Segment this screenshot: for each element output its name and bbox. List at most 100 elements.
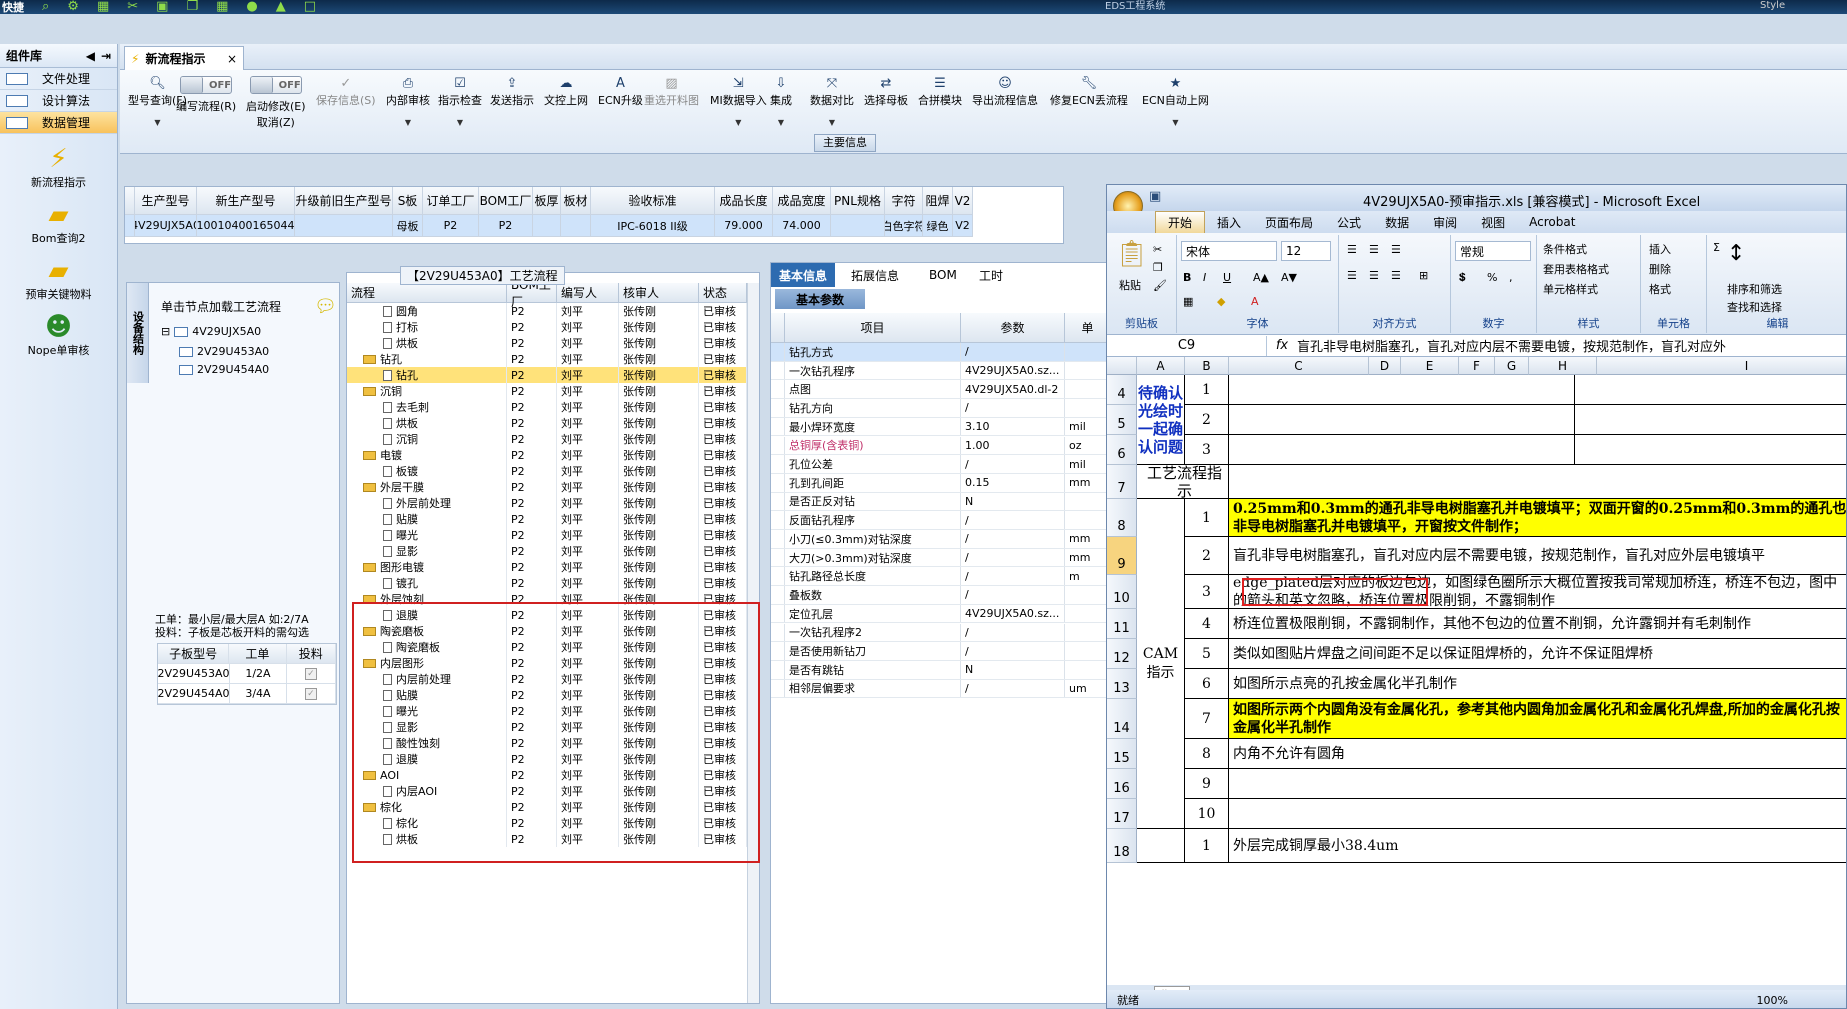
table-row[interactable]: 小刀(≤0.3mm)对钻深度 / mm (771, 530, 1109, 549)
merge-icon[interactable]: ⊞ (1419, 269, 1428, 282)
cell-order[interactable]: 3/4A (230, 684, 287, 703)
grow-font-button[interactable]: A▲ (1253, 271, 1269, 284)
feed-checkbox[interactable]: ✓ (304, 687, 317, 700)
table-row[interactable]: 一次钻孔程序2/ (771, 623, 1109, 643)
cell-order[interactable]: 1/2A (230, 664, 287, 683)
merge-module-button[interactable]: ☰ 合拼模块 (918, 76, 962, 108)
currency-icon[interactable]: 💲︎ (1459, 271, 1466, 285)
row-header[interactable]: 7 (1107, 465, 1137, 499)
chart-icon[interactable]: ▲ (276, 0, 286, 14)
param-value[interactable]: 4V29UJX5A0.dl-2 (961, 380, 1065, 399)
table-row[interactable]: 定位孔层 4V29UJX5A0.sz... (771, 604, 1109, 624)
grid-cell[interactable] (831, 215, 885, 237)
table-row[interactable]: 总铜厚(含表铜) 1.00 oz (771, 436, 1109, 456)
param-value[interactable]: N (961, 660, 1065, 679)
scissors-icon[interactable]: ✂ (127, 0, 138, 14)
ribbon-tab[interactable]: Acrobat (1517, 215, 1587, 229)
worksheet[interactable]: A B C D E F G H I 4 5 6 7 8 9 10 11 12 13 14 15 16 17 18 待确认光绘时一… (1107, 357, 1846, 985)
cell-c[interactable]: 外层完成铜厚最小38.4um (1229, 829, 1846, 863)
cell-b[interactable]: 1 (1185, 375, 1229, 405)
fx-icon[interactable]: fx (1267, 338, 1297, 353)
search-icon[interactable]: ⌕ (42, 0, 49, 14)
copy-icon[interactable]: ❐ (1153, 261, 1163, 274)
grid-cell[interactable] (295, 215, 393, 237)
grid-cell[interactable]: 79.000 (715, 215, 773, 237)
feed-checkbox[interactable]: ✓ (304, 667, 317, 680)
font-size-select[interactable]: 12 (1281, 241, 1331, 261)
chevron-down-icon[interactable]: ▼ (457, 118, 463, 127)
table-row[interactable]: 2V29U453A0 1/2A ✓ (157, 664, 336, 684)
gear-icon[interactable]: ⚙ (67, 0, 79, 14)
table-row[interactable]: 2V29U454A0 3/4A ✓ (157, 684, 336, 704)
write-flow-toggle[interactable]: OFF 编写流程(R) (176, 76, 236, 114)
table-format-button[interactable]: 套用表格格式 (1543, 261, 1609, 277)
column-header[interactable]: A (1137, 357, 1185, 375)
align-bottom-icon[interactable]: ☰ (1391, 243, 1401, 256)
toggle-switch[interactable]: OFF (249, 76, 302, 94)
table-row[interactable]: 孔到孔间距 0.15 mm (771, 473, 1109, 493)
param-value[interactable]: 4V29UJX5A0.sz... (961, 604, 1065, 623)
table-row[interactable]: 相邻层偏要求 / um (771, 679, 1109, 699)
copy-icon[interactable]: ❐ (186, 0, 198, 14)
param-value[interactable]: 3.10 (961, 417, 1065, 436)
mi-data-import-button[interactable]: ⇲ MI数据导入 ▼ (710, 76, 767, 127)
grid-cell[interactable]: IPC-6018 II级 (591, 215, 715, 237)
export-icon[interactable]: □ (304, 0, 316, 14)
table-row[interactable]: 沉铜 P2 刘平 张传刚 已审核 (347, 431, 747, 447)
table-row[interactable]: 钻孔 P2 刘平 张传刚 已审核 (347, 367, 747, 383)
param-value[interactable]: N (961, 492, 1065, 511)
param-value[interactable]: / (961, 455, 1065, 473)
row-header[interactable]: 6 (1107, 435, 1137, 465)
cell-c[interactable] (1229, 435, 1575, 465)
paste-icon[interactable]: 📋︎ (1115, 239, 1148, 269)
table-row[interactable]: 烘板 P2 刘平 张传刚 已审核 (347, 415, 747, 431)
cell-h[interactable] (1575, 375, 1846, 405)
table-row[interactable]: 曝光 P2 刘平 张传刚 已审核 (347, 527, 747, 543)
integrate-button[interactable]: ⇩ 集成 ▼ (770, 76, 792, 127)
data-compare-button[interactable]: ⤧ 数据对比 ▼ (810, 76, 854, 127)
grid-cell[interactable]: 绿色 (923, 215, 953, 237)
format-painter-icon[interactable]: 🖌︎ (1153, 279, 1167, 292)
grid-cell[interactable]: 10010400165044 (197, 215, 295, 237)
row-header[interactable]: 15 (1107, 739, 1137, 769)
row-header[interactable]: 13 (1107, 669, 1137, 699)
cell-c[interactable]: 盲孔非导电树脂塞孔，盲孔对应内层不需要电镀，按规范制作，盲孔对应外层电镀填平 (1229, 537, 1846, 575)
table-row[interactable]: 外层前处理 P2 刘平 张传刚 已审核 (347, 495, 747, 511)
bold-button[interactable]: B (1183, 271, 1191, 284)
row-header[interactable]: 11 (1107, 609, 1137, 639)
cell-b[interactable]: 1 (1185, 829, 1229, 863)
tab-work-hours[interactable]: 工时 (971, 263, 1011, 287)
align-left-icon[interactable]: ☰ (1347, 269, 1357, 282)
save-icon[interactable]: ▣ (156, 0, 168, 14)
align-middle-icon[interactable]: ☰ (1369, 243, 1379, 256)
prereview-material-item[interactable]: ▰ 预审关键物料 (0, 256, 117, 302)
user-icon[interactable]: ● (246, 0, 257, 14)
cell-c[interactable] (1229, 799, 1846, 829)
column-header[interactable]: C (1229, 357, 1369, 375)
cell-b[interactable]: 10 (1185, 799, 1229, 829)
table-row[interactable]: 点图 4V29UJX5A0.dl-2 (771, 380, 1109, 400)
style-menu[interactable]: Style (1760, 0, 1785, 11)
row-header[interactable]: 4 (1107, 375, 1137, 405)
tree-child-node[interactable]: 2V29U454A0 (179, 363, 269, 376)
column-header[interactable]: I (1597, 357, 1846, 375)
grid-cell[interactable]: 4V29UJX5A0 (135, 215, 197, 237)
select-mother-board-button[interactable]: ⇄ 选择母板 (864, 76, 908, 108)
row-header[interactable]: 5 (1107, 405, 1137, 435)
param-value[interactable]: 0.15 (961, 473, 1065, 492)
column-header[interactable]: B (1185, 357, 1229, 375)
table-row[interactable]: 孔位公差 / mil (771, 455, 1109, 474)
table-icon[interactable]: ▦ (216, 0, 228, 14)
table-row[interactable]: 大刀(>0.3mm)对钻深度 / mm (771, 548, 1109, 568)
send-instruction-button[interactable]: ⇪ 发送指示 (490, 76, 534, 108)
cell-b[interactable]: 3 (1185, 435, 1229, 465)
chevron-down-icon[interactable]: ▼ (778, 118, 784, 127)
table-row[interactable]: 是否有跳钻 N (771, 660, 1109, 680)
param-value[interactable]: / (961, 679, 1065, 698)
find-select-button[interactable]: 查找和选择 (1727, 299, 1782, 315)
tab-extended-info[interactable]: 拓展信息 (843, 263, 907, 287)
ribbon-tab[interactable]: 公式 (1325, 214, 1373, 231)
formula-input[interactable]: 盲孔非导电树脂塞孔，盲孔对应内层不需要电镀，按规范制作，盲孔对应外 (1297, 336, 1726, 355)
cell-b[interactable]: 6 (1185, 669, 1229, 699)
zoom-level[interactable]: 100% (1757, 994, 1788, 1007)
